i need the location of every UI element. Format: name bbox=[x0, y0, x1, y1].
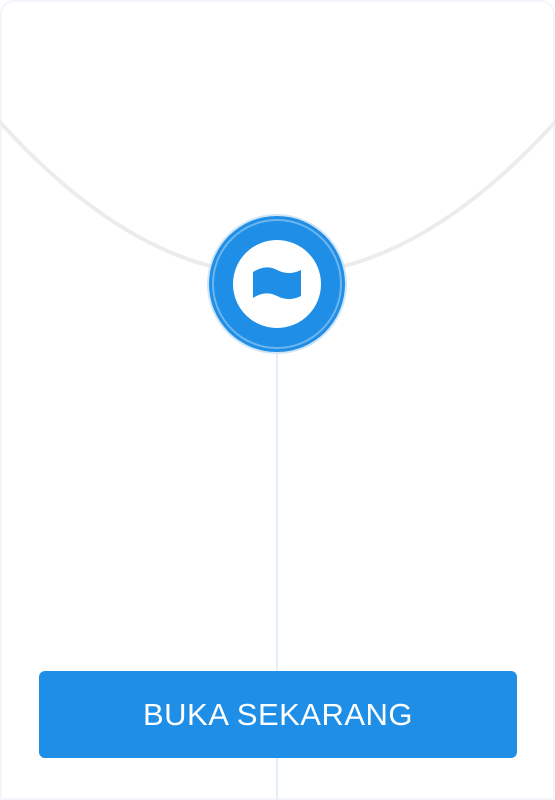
open-now-button[interactable]: BUKA SEKARANG bbox=[39, 671, 517, 758]
open-envelope-badge[interactable] bbox=[209, 216, 345, 352]
envelope-card: BUKA SEKARANG bbox=[0, 0, 555, 800]
banknote-icon bbox=[253, 267, 301, 299]
badge-inner-circle bbox=[233, 240, 321, 328]
